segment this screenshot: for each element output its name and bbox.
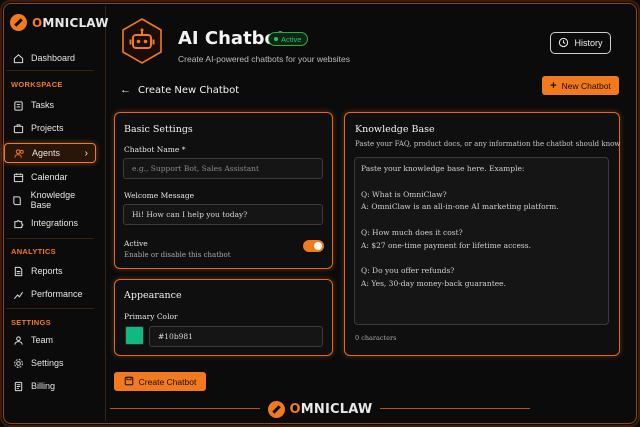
sidebar-item-label: Billing [31,381,56,391]
basic-settings-title: Basic Settings [124,124,193,135]
team-icon [12,334,24,346]
footer-line-right [380,408,530,409]
chatbot-name-input[interactable]: e.g., Support Bot, Sales Assistant [123,158,323,179]
textarea-line: Q: Do you offer refunds? [361,266,455,276]
chatbot-robot-icon [122,18,162,64]
status-badge-label: Active [281,34,302,44]
textarea-line: Q: How much does it cost? [361,227,463,237]
create-chatbot-label: Create Chatbot [138,376,197,387]
sidebar-item-agents[interactable]: Agents › [4,143,96,163]
knowledge-base-textarea[interactable]: Paste your knowledge base here. Example:… [354,157,609,325]
chatbot-name-label: Chatbot Name * [124,145,186,154]
sidebar-item-label: Projects [31,123,64,133]
section-workspace: WORKSPACE [11,80,63,89]
knowledge-base-description: Paste your FAQ, product docs, or any inf… [355,140,621,148]
back-arrow-icon[interactable]: ← [120,84,131,96]
primary-color-input[interactable]: #10b981 [149,326,323,347]
sidebar-item-reports[interactable]: Reports [4,261,96,281]
omniclaw-logo-icon [10,14,27,31]
sidebar-item-label: Tasks [31,100,55,110]
welcome-message-label: Welcome Message [124,191,195,200]
page-subtitle: Create AI-powered chatbots for your webs… [178,54,350,64]
puzzle-icon [12,217,24,229]
sidebar-item-label: Agents [32,148,61,158]
section-settings: SETTINGS [11,318,51,327]
status-badge: Active [268,32,309,46]
active-hint: Enable or disable this chatbot [124,251,231,259]
sidebar-item-label: Knowledge Base [30,190,76,210]
users-icon [13,147,25,159]
status-dot-icon [274,37,278,41]
sidebar-item-performance[interactable]: Performance [4,284,96,304]
footer-logo: OMNICLAW [258,397,382,421]
footer-line-left [110,408,260,409]
chevron-right-icon: › [84,147,88,159]
sidebar-item-label: Calendar [31,172,68,182]
section-heading: Create New Chatbot [138,85,240,96]
divider [6,70,94,71]
textarea-line [361,215,602,228]
knowledge-base-title: Knowledge Base [355,124,435,135]
sidebar-item-label: Performance [31,289,83,299]
primary-color-label: Primary Color [124,312,178,321]
plus-icon: + [550,79,557,92]
footer-brand-name: OMNICLAW [289,401,373,417]
active-label: Active [124,239,148,248]
appearance-title: Appearance [124,290,182,301]
section-analytics: ANALYTICS [11,247,56,256]
brand-name: OMNICLAW [32,15,109,30]
textarea-line [361,177,602,190]
sidebar-item-label: Team [31,335,54,345]
active-toggle[interactable] [303,240,324,252]
textarea-line: Q: What is OmniClaw? [361,189,447,199]
new-chatbot-label: New Chatbot [561,80,611,91]
sidebar-item-label: Reports [31,266,63,276]
new-chatbot-button[interactable]: + New Chatbot [542,76,619,95]
sidebar-item-calendar[interactable]: Calendar [4,167,96,187]
textarea-line: A: Yes, 30-day money-back guarantee. [361,279,506,289]
sidebar-item-label: Dashboard [31,53,76,63]
textarea-line [361,254,602,267]
history-button-label: History [574,38,603,48]
sidebar-item-dashboard[interactable]: Dashboard [4,48,96,68]
welcome-message-input[interactable]: Hi! How can I help you today? [123,204,323,225]
sidebar-item-billing[interactable]: Billing [4,376,96,396]
trend-icon [12,288,24,300]
sidebar-item-knowledge-base[interactable]: Knowledge Base [4,190,96,210]
sidebar-item-integrations[interactable]: Integrations [4,213,96,233]
sidebar-item-tasks[interactable]: Tasks [4,95,96,115]
textarea-line: Paste your knowledge base here. Example: [361,164,525,173]
sidebar-item-team[interactable]: Team [4,330,96,350]
omniclaw-logo-icon [267,400,285,418]
sidebar-item-settings[interactable]: Settings [4,353,96,373]
textarea-line: A: $27 one-time payment for lifetime acc… [361,240,531,250]
save-icon [124,376,134,388]
billing-icon [12,380,24,392]
sidebar-item-label: Settings [31,358,64,368]
gear-icon [12,357,24,369]
history-button[interactable]: History [550,32,611,54]
character-count: 0 characters [355,334,397,342]
divider [6,238,94,239]
brand-logo[interactable]: OMNICLAW [10,14,109,31]
home-icon [12,52,24,64]
clipboard-icon [12,99,24,111]
history-icon [558,37,569,50]
sidebar-item-projects[interactable]: Projects [4,118,96,138]
divider [6,308,94,309]
color-swatch[interactable] [125,326,144,345]
calendar-icon [12,171,24,183]
create-chatbot-button[interactable]: Create Chatbot [114,372,206,391]
book-icon [12,194,24,206]
sidebar-item-label: Integrations [31,218,79,228]
file-icon [12,265,24,277]
briefcase-icon [12,122,24,134]
textarea-line: A: OmniClaw is an all-in-one AI marketin… [361,202,559,212]
